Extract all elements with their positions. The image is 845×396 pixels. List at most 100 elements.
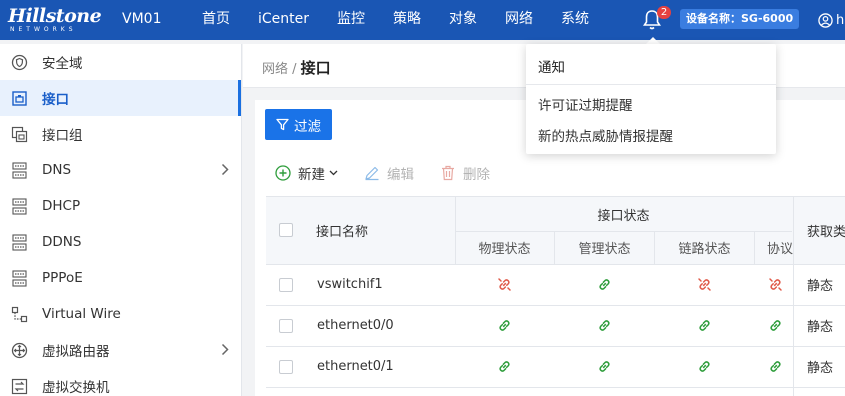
brand-subtitle: NETWORKS: [10, 26, 77, 33]
new-label: 新建: [298, 167, 325, 183]
notification-count-badge: 2: [657, 6, 671, 19]
interface-name[interactable]: ethernet0/0: [317, 305, 394, 346]
link-up-icon: [455, 346, 554, 387]
row-checkbox[interactable]: [279, 318, 293, 333]
nav-home[interactable]: 首页: [202, 0, 230, 40]
row-checkbox-cell: [279, 264, 293, 305]
interface-name[interactable]: ethernet0/1: [317, 346, 394, 387]
link-up-icon: [555, 264, 654, 305]
sidebar-item-label: DDNS: [42, 234, 82, 250]
nav-system[interactable]: 系统: [561, 0, 589, 40]
page-title: 接口: [300, 59, 331, 77]
device-name-badge: 设备名称：SG-6000: [680, 9, 800, 29]
nav-network[interactable]: 网络: [505, 0, 533, 40]
row-checkbox[interactable]: [279, 359, 293, 374]
sidebar-item-dns[interactable]: DNS: [0, 152, 241, 188]
row-checkbox[interactable]: [279, 277, 293, 292]
breadcrumb: 网络 / 接口: [262, 57, 331, 78]
link-up-icon: [555, 305, 654, 346]
dhcp-icon: [10, 197, 28, 215]
sidebar-item-label: 虚拟路由器: [42, 344, 110, 360]
sidebar-item-virtual-router[interactable]: 虚拟路由器: [0, 332, 241, 368]
notification-license-expiry[interactable]: 许可证过期提醒: [538, 94, 633, 114]
nav-object[interactable]: 对象: [449, 0, 477, 40]
sidebar-item-label: 安全域: [42, 56, 83, 72]
main-nav: 首页 iCenter 监控 策略 对象 网络 系统: [202, 0, 617, 40]
brand-name: Hillstone: [8, 5, 102, 27]
user-menu[interactable]: h: [818, 10, 844, 30]
edit-icon: [365, 166, 379, 181]
select-all-checkbox[interactable]: [279, 223, 293, 237]
filter-label: 过滤: [294, 118, 321, 135]
dropdown-divider: [526, 84, 776, 85]
hillstone-logo[interactable]: Hillstone NETWORKS: [8, 5, 110, 35]
edit-button[interactable]: 编辑: [364, 163, 414, 183]
sidebar-item-virtual-wire[interactable]: Virtual Wire: [0, 296, 241, 332]
chevron-right-icon: [221, 163, 229, 180]
edit-label: 编辑: [387, 167, 414, 183]
sidebar-item-label: 接口: [42, 92, 69, 108]
virtual-wire-icon: [10, 305, 28, 323]
sidebar-item-dhcp[interactable]: DHCP: [0, 188, 241, 224]
sidebar-item-interface-group[interactable]: 接口组: [0, 116, 241, 152]
interface-table: 接口名称 接口状态 物理状态 管理状态 链路状态 协议 获取类 vswitchi…: [266, 196, 845, 396]
delete-button[interactable]: 删除: [440, 163, 490, 183]
ddns-icon: [10, 233, 28, 251]
header-protocol-status[interactable]: 协议: [767, 231, 793, 264]
sidebar-item-virtual-switch[interactable]: 虚拟交换机: [0, 368, 241, 396]
add-circle-icon: [275, 165, 291, 181]
link-down-icon: [655, 264, 754, 305]
header-physical-status[interactable]: 物理状态: [455, 231, 554, 264]
interface-name[interactable]: vswitchif1: [317, 264, 383, 305]
sidebar-item-label: DNS: [42, 162, 72, 178]
acquire-type: 静态: [807, 361, 834, 376]
acquire-type: 静态: [807, 279, 834, 294]
new-button[interactable]: 新建: [275, 163, 338, 183]
header-interface-name[interactable]: 接口名称: [316, 197, 368, 264]
top-bar: Hillstone NETWORKS VM01 首页 iCenter 监控 策略…: [0, 0, 845, 40]
sidebar: 安全域 接口 接口组 DNS DHCP DDNS PPPoE Virtual W…: [0, 44, 242, 396]
table-row[interactable]: ethernet0/0 静态: [266, 305, 845, 346]
virtual-switch-icon: [10, 377, 28, 395]
row-checkbox-cell: [279, 305, 293, 346]
interface-icon: [10, 89, 28, 107]
notification-threat-intel[interactable]: 新的热点威胁情报提醒: [538, 125, 673, 145]
link-up-icon: [655, 346, 754, 387]
table-toolbar: 新建 编辑 删除: [275, 163, 516, 183]
link-up-icon: [455, 305, 554, 346]
header-link-status[interactable]: 链路状态: [655, 231, 754, 264]
sidebar-item-ddns[interactable]: DDNS: [0, 224, 241, 260]
table-row[interactable]: vswitchif1 静态: [266, 264, 845, 305]
user-name: h: [836, 12, 845, 28]
sidebar-item-label: Virtual Wire: [42, 306, 121, 322]
nav-monitor[interactable]: 监控: [337, 0, 365, 40]
sidebar-item-interface[interactable]: 接口: [0, 80, 241, 116]
filter-button[interactable]: 过滤: [265, 109, 332, 140]
link-down-icon: [455, 264, 554, 305]
breadcrumb-separator: /: [288, 62, 301, 77]
sidebar-item-label: 虚拟交换机: [42, 380, 110, 396]
nav-icenter[interactable]: iCenter: [258, 0, 309, 40]
filter-icon: [276, 118, 289, 131]
nav-policy[interactable]: 策略: [393, 0, 421, 40]
chevron-right-icon: [221, 343, 229, 360]
delete-label: 删除: [463, 167, 490, 183]
virtual-router-icon: [10, 341, 28, 359]
sidebar-item-label: DHCP: [42, 198, 81, 214]
header-admin-status[interactable]: 管理状态: [555, 231, 654, 264]
link-up-icon: [555, 346, 654, 387]
security-zone-icon: [10, 53, 28, 71]
sidebar-item-label: 接口组: [42, 128, 83, 144]
acquire-type: 静态: [807, 320, 834, 335]
link-down-icon: [768, 264, 783, 305]
trash-icon: [442, 165, 454, 181]
sidebar-item-security-zone[interactable]: 安全域: [0, 44, 241, 80]
user-icon: [818, 12, 833, 28]
header-interface-status: 接口状态: [597, 208, 650, 224]
notifications-dropdown: 通知 许可证过期提醒 新的热点威胁情报提醒: [526, 44, 776, 154]
sidebar-item-pppoe[interactable]: PPPoE: [0, 260, 241, 296]
notifications-title: 通知: [538, 60, 565, 76]
table-row[interactable]: ethernet0/1 静态: [266, 346, 845, 387]
header-acquire-type[interactable]: 获取类: [807, 197, 845, 264]
breadcrumb-parent[interactable]: 网络: [262, 62, 288, 77]
